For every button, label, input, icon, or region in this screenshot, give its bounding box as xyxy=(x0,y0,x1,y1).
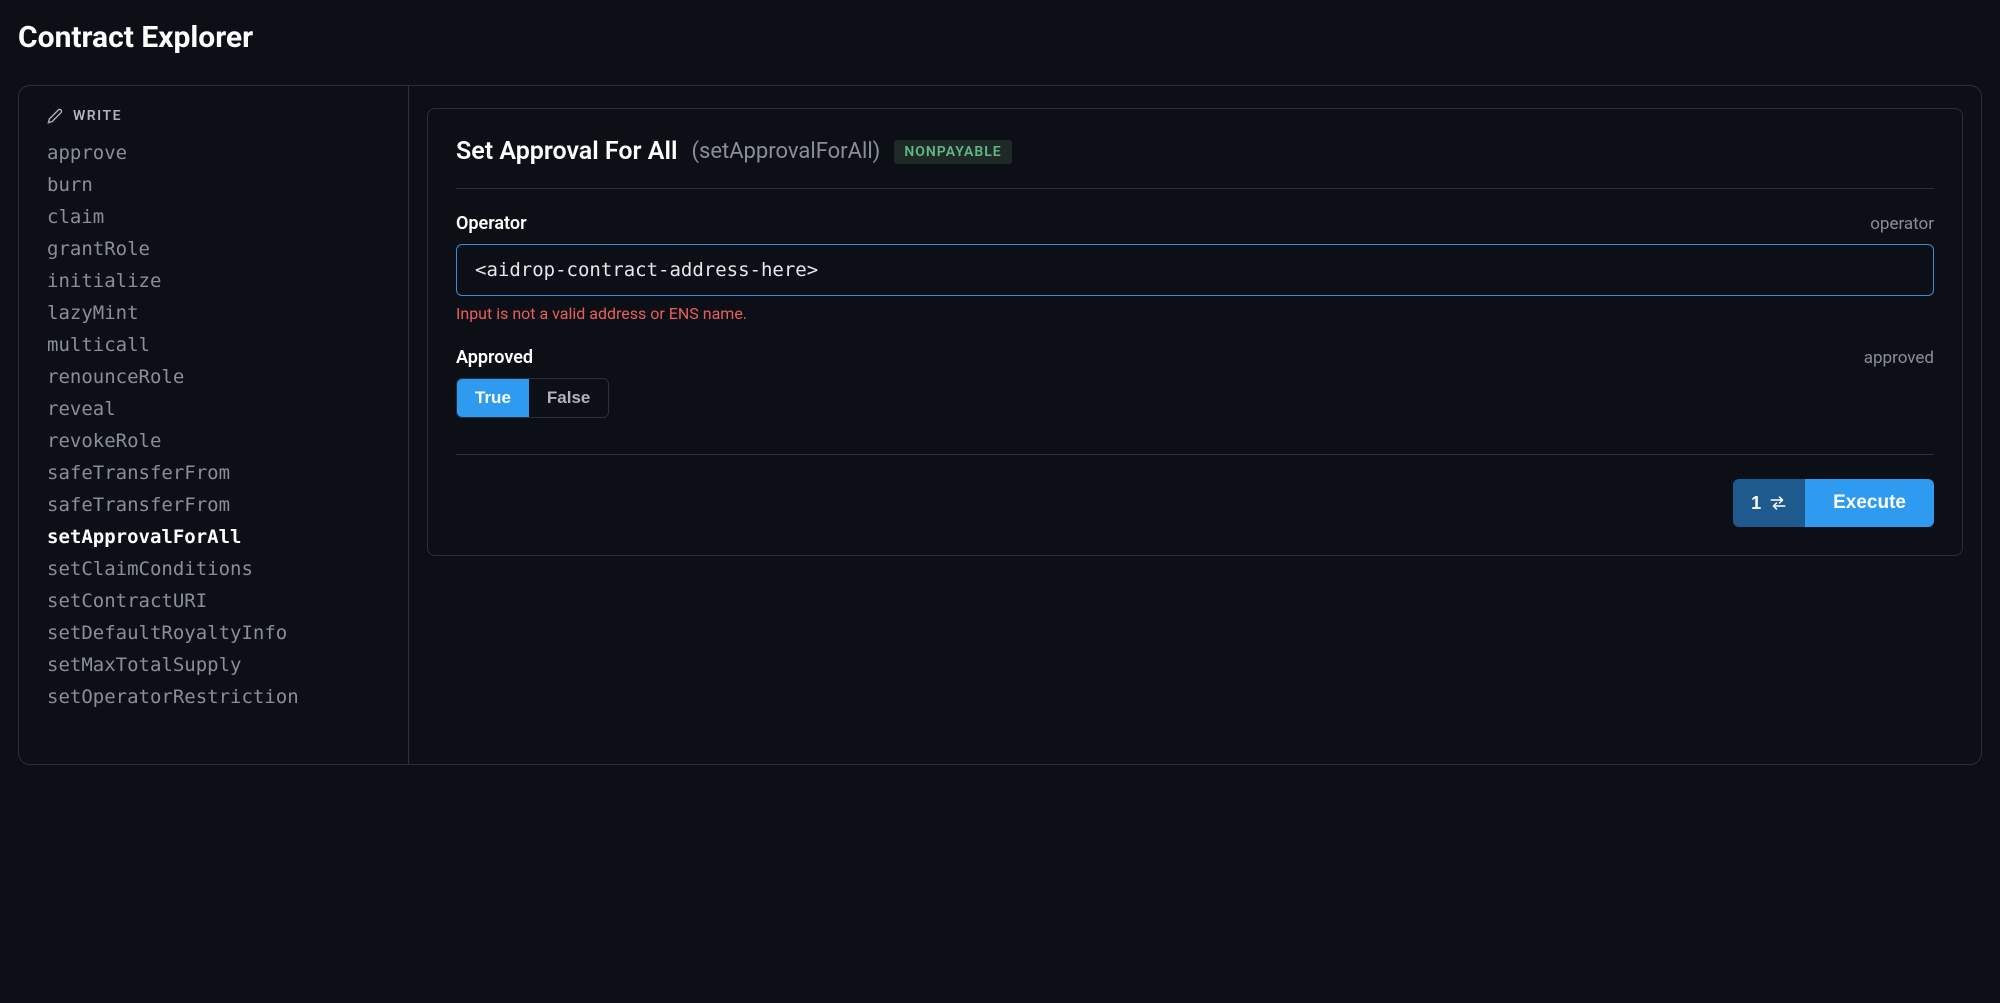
nonpayable-badge: NONPAYABLE xyxy=(894,140,1011,164)
sidebar-item-initialize[interactable]: initialize xyxy=(47,270,380,292)
sidebar-item-setApprovalForAll[interactable]: setApprovalForAll xyxy=(47,526,380,548)
content-card: Set Approval For All (setApprovalForAll)… xyxy=(427,108,1963,556)
sidebar-item-revokeRole[interactable]: revokeRole xyxy=(47,430,380,452)
card-header: Set Approval For All (setApprovalForAll)… xyxy=(456,137,1934,189)
approved-toggle: True False xyxy=(456,378,609,418)
main-container: WRITE approve burn claim grantRole initializ… xyxy=(18,85,1982,765)
sidebar: WRITE approve burn claim grantRole initializ… xyxy=(19,86,409,764)
sidebar-item-setMaxTotalSupply[interactable]: setMaxTotalSupply xyxy=(47,654,380,676)
execute-button[interactable]: Execute xyxy=(1805,479,1934,527)
card-title: Set Approval For All xyxy=(456,137,677,166)
approved-field-row: Approved approved xyxy=(456,347,1934,368)
sidebar-item-lazyMint[interactable]: lazyMint xyxy=(47,302,380,324)
sidebar-item-burn[interactable]: burn xyxy=(47,174,380,196)
sidebar-item-setContractURI[interactable]: setContractURI xyxy=(47,590,380,612)
count-value: 1 xyxy=(1751,493,1761,514)
approved-label: Approved xyxy=(456,347,533,368)
sidebar-header: WRITE xyxy=(47,108,380,124)
content-area: Set Approval For All (setApprovalForAll)… xyxy=(409,86,1981,764)
page-title: Contract Explorer xyxy=(18,20,1982,55)
sidebar-item-setOperatorRestriction[interactable]: setOperatorRestriction xyxy=(47,686,380,708)
sidebar-item-safeTransferFrom[interactable]: safeTransferFrom xyxy=(47,462,380,484)
count-button[interactable]: 1 xyxy=(1733,479,1805,527)
sidebar-item-grantRole[interactable]: grantRole xyxy=(47,238,380,260)
approved-param: approved xyxy=(1864,348,1934,368)
sidebar-item-safeTransferFrom[interactable]: safeTransferFrom xyxy=(47,494,380,516)
toggle-false-button[interactable]: False xyxy=(529,379,608,417)
execute-group: 1 Execute xyxy=(1733,479,1934,527)
sidebar-item-claim[interactable]: claim xyxy=(47,206,380,228)
sidebar-item-multicall[interactable]: multicall xyxy=(47,334,380,356)
toggle-true-button[interactable]: True xyxy=(457,379,529,417)
operator-param: operator xyxy=(1870,214,1934,234)
sidebar-item-setClaimConditions[interactable]: setClaimConditions xyxy=(47,558,380,580)
sidebar-header-label: WRITE xyxy=(73,108,122,124)
sidebar-item-approve[interactable]: approve xyxy=(47,142,380,164)
card-footer: 1 Execute xyxy=(456,454,1934,527)
sidebar-item-setDefaultRoyaltyInfo[interactable]: setDefaultRoyaltyInfo xyxy=(47,622,380,644)
sidebar-item-renounceRole[interactable]: renounceRole xyxy=(47,366,380,388)
operator-field-row: Operator operator xyxy=(456,213,1934,234)
sidebar-item-reveal[interactable]: reveal xyxy=(47,398,380,420)
swap-icon xyxy=(1769,496,1787,510)
card-subtitle: (setApprovalForAll) xyxy=(691,139,880,164)
sidebar-list: approve burn claim grantRole initialize lazyM… xyxy=(47,142,380,708)
operator-label: Operator xyxy=(456,213,527,234)
pencil-icon xyxy=(47,108,63,124)
operator-error: Input is not a valid address or ENS name… xyxy=(456,304,1934,323)
operator-input[interactable] xyxy=(456,244,1934,296)
